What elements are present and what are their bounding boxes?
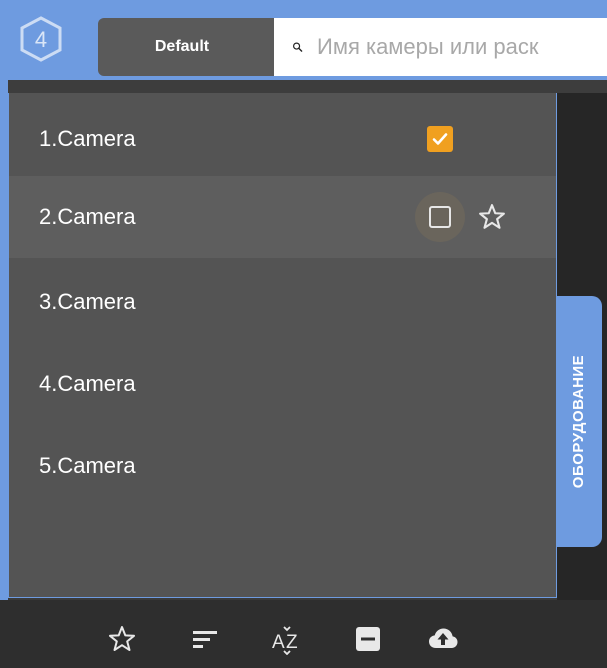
search-input[interactable]	[315, 33, 607, 61]
favorite-star-icon[interactable]	[477, 202, 507, 232]
search-box[interactable]	[274, 18, 607, 76]
az-sort-icon[interactable]: A Z	[271, 623, 303, 655]
camera-list-panel: 1.Camera 2.Camera 3.Camera 4.Camera 5.Ca…	[8, 93, 557, 598]
star-icon[interactable]	[106, 623, 138, 655]
search-icon	[293, 42, 303, 52]
checkbox-checked[interactable]	[427, 126, 453, 152]
layout-tab-label: Default	[154, 38, 210, 55]
upload-cloud-icon[interactable]	[427, 623, 459, 655]
app-logo: 4	[18, 16, 64, 62]
camera-label: 1.Camera	[39, 126, 136, 151]
camera-list-item[interactable]: 3.Camera	[9, 261, 556, 343]
sort-icon[interactable]	[189, 623, 221, 655]
layout-tab-default[interactable]: Default	[98, 18, 274, 76]
svg-text:A: A	[272, 632, 285, 653]
camera-label: 4.Camera	[39, 371, 136, 396]
camera-label: 5.Camera	[39, 453, 136, 478]
checkbox-box	[429, 206, 451, 228]
check-icon	[432, 133, 448, 145]
svg-text:Z: Z	[286, 632, 298, 653]
camera-list-item[interactable]: 1.Camera	[9, 98, 556, 180]
svg-text:4: 4	[35, 27, 47, 52]
bottom-toolbar	[0, 600, 607, 668]
checkbox-unchecked[interactable]	[415, 192, 465, 242]
camera-label: 3.Camera	[39, 289, 136, 314]
side-tab-equipment[interactable]: ОБОРУДОВАНИЕ	[556, 296, 602, 547]
camera-list-item[interactable]: 2.Camera	[9, 176, 556, 258]
camera-list-item[interactable]: 4.Camera	[9, 343, 556, 425]
collapse-icon[interactable]	[352, 623, 384, 655]
camera-list-item[interactable]: 5.Camera	[9, 425, 556, 507]
side-tab-label: ОБОРУДОВАНИЕ	[570, 354, 588, 489]
camera-label: 2.Camera	[39, 204, 136, 229]
panel-border	[0, 80, 8, 600]
